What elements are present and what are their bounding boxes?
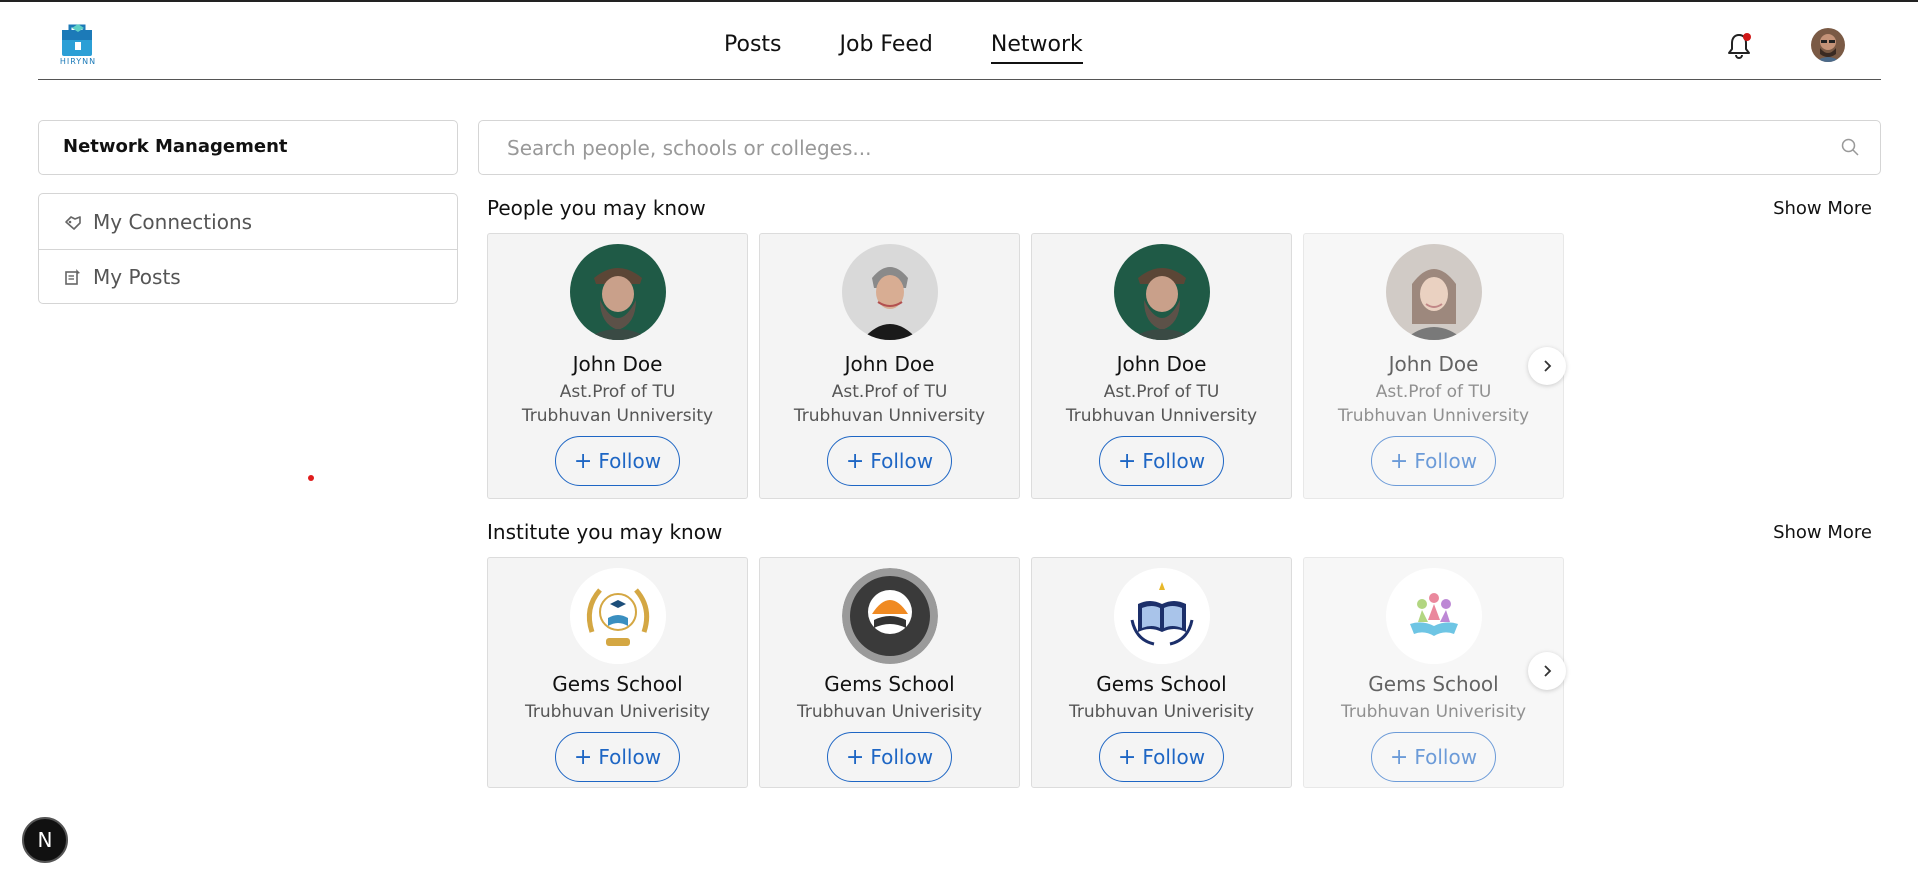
- institute-name: Gems School: [1368, 672, 1499, 696]
- top-header: HIRYNN Posts Job Feed Network: [38, 2, 1881, 80]
- follow-label: Follow: [1142, 745, 1206, 769]
- institute-card: Gems School Trubhuvan Univerisity + Follo…: [759, 557, 1020, 788]
- sidebar-title: Network Management: [38, 120, 458, 175]
- institute-logo: [1385, 568, 1482, 664]
- notification-dot: [1743, 33, 1751, 41]
- person-role: Ast.Prof of TU: [1375, 382, 1492, 402]
- hirynn-logo[interactable]: HIRYNN: [58, 24, 98, 68]
- bell-icon[interactable]: [1726, 32, 1752, 60]
- institute-org: Trubhuvan Univerisity: [1340, 702, 1527, 722]
- follow-button[interactable]: + Follow: [827, 436, 952, 486]
- follow-label: Follow: [598, 449, 662, 473]
- person-org: Trubhuvan Unniversity: [1337, 406, 1530, 426]
- person-name: John Doe: [844, 352, 935, 376]
- follow-label: Follow: [870, 449, 934, 473]
- person-photo: [1113, 244, 1210, 340]
- institute-card: Gems School Trubhuvan Univerisity + Follo…: [1031, 557, 1292, 788]
- person-card: John Doe Ast.Prof of TU Trubhuvan Unnive…: [1031, 233, 1292, 499]
- follow-button[interactable]: + Follow: [827, 732, 952, 782]
- follow-button[interactable]: + Follow: [1099, 732, 1224, 782]
- chevron-right-icon: [1544, 665, 1552, 677]
- people-cards-row: John Doe Ast.Prof of TU Trubhuvan Unnive…: [487, 233, 1564, 499]
- logo-text: HIRYNN: [59, 57, 97, 66]
- person-org: Trubhuvan Unniversity: [521, 406, 714, 426]
- plus-icon: +: [1117, 448, 1137, 474]
- follow-label: Follow: [870, 745, 934, 769]
- institute-logo: [1113, 568, 1210, 664]
- plus-icon: +: [573, 448, 593, 474]
- institute-show-more-link[interactable]: Show More: [1773, 522, 1872, 543]
- plus-icon: +: [845, 744, 865, 770]
- follow-button[interactable]: + Follow: [1371, 732, 1496, 782]
- sidebar-item-label: My Posts: [93, 265, 181, 289]
- person-org: Trubhuvan Unniversity: [793, 406, 986, 426]
- institute-name: Gems School: [1096, 672, 1227, 696]
- institute-next-arrow[interactable]: [1528, 652, 1566, 690]
- follow-label: Follow: [1414, 449, 1478, 473]
- person-card: John Doe Ast.Prof of TU Trubhuvan Unnive…: [759, 233, 1020, 499]
- search-icon[interactable]: [1840, 137, 1860, 157]
- sidebar-item-label: My Connections: [93, 209, 253, 234]
- people-show-more-link[interactable]: Show More: [1773, 198, 1872, 219]
- main-nav: Posts Job Feed Network: [724, 32, 1083, 66]
- follow-label: Follow: [1414, 745, 1478, 769]
- plus-icon: +: [1389, 448, 1409, 474]
- plus-icon: +: [1117, 744, 1137, 770]
- person-org: Trubhuvan Unniversity: [1065, 406, 1258, 426]
- follow-button[interactable]: + Follow: [555, 732, 680, 782]
- institute-logo: [569, 568, 666, 664]
- person-name: John Doe: [1388, 352, 1479, 376]
- institute-section-title: Institute you may know: [487, 520, 723, 544]
- person-role: Ast.Prof of TU: [559, 382, 676, 402]
- institute-org: Trubhuvan Univerisity: [1068, 702, 1255, 722]
- person-photo: [1385, 244, 1482, 340]
- person-card: John Doe Ast.Prof of TU Trubhuvan Unnive…: [487, 233, 748, 499]
- institute-logo: [841, 568, 938, 664]
- person-photo: [841, 244, 938, 340]
- follow-button[interactable]: + Follow: [1371, 436, 1496, 486]
- follow-button[interactable]: + Follow: [1099, 436, 1224, 486]
- plus-icon: +: [845, 448, 865, 474]
- search-bar: [478, 120, 1881, 175]
- institute-card: Gems School Trubhuvan Univerisity + Follo…: [1303, 557, 1564, 788]
- follow-button[interactable]: + Follow: [555, 436, 680, 486]
- people-next-arrow[interactable]: [1528, 347, 1566, 385]
- people-section-title: People you may know: [487, 196, 706, 220]
- institute-org: Trubhuvan Univerisity: [524, 702, 711, 722]
- cursor-dot: [308, 475, 314, 481]
- sidebar-menu: My Connections My Posts: [38, 193, 458, 304]
- plus-icon: +: [1389, 744, 1409, 770]
- person-name: John Doe: [1116, 352, 1207, 376]
- sidebar-item-my-posts[interactable]: My Posts: [39, 249, 457, 304]
- follow-label: Follow: [598, 745, 662, 769]
- nav-posts[interactable]: Posts: [724, 32, 782, 64]
- chevron-right-icon: [1544, 360, 1552, 372]
- plus-icon: +: [573, 744, 593, 770]
- person-name: John Doe: [572, 352, 663, 376]
- person-role: Ast.Prof of TU: [831, 382, 948, 402]
- person-photo: [569, 244, 666, 340]
- institute-card: Gems School Trubhuvan Univerisity + Follo…: [487, 557, 748, 788]
- person-role: Ast.Prof of TU: [1103, 382, 1220, 402]
- handshake-icon: [63, 212, 83, 232]
- search-input[interactable]: [507, 121, 1807, 174]
- follow-label: Follow: [1142, 449, 1206, 473]
- nav-job-feed[interactable]: Job Feed: [840, 32, 933, 64]
- sidebar-item-my-connections[interactable]: My Connections: [39, 194, 457, 249]
- institute-org: Trubhuvan Univerisity: [796, 702, 983, 722]
- institute-name: Gems School: [824, 672, 955, 696]
- user-avatar[interactable]: [1811, 28, 1845, 62]
- nextjs-badge[interactable]: N: [22, 817, 68, 863]
- nav-network[interactable]: Network: [990, 32, 1083, 64]
- institute-name: Gems School: [552, 672, 683, 696]
- institute-cards-row: Gems School Trubhuvan Univerisity + Follo…: [487, 557, 1564, 788]
- person-card: John Doe Ast.Prof of TU Trubhuvan Unnive…: [1303, 233, 1564, 499]
- post-edit-icon: [63, 267, 83, 287]
